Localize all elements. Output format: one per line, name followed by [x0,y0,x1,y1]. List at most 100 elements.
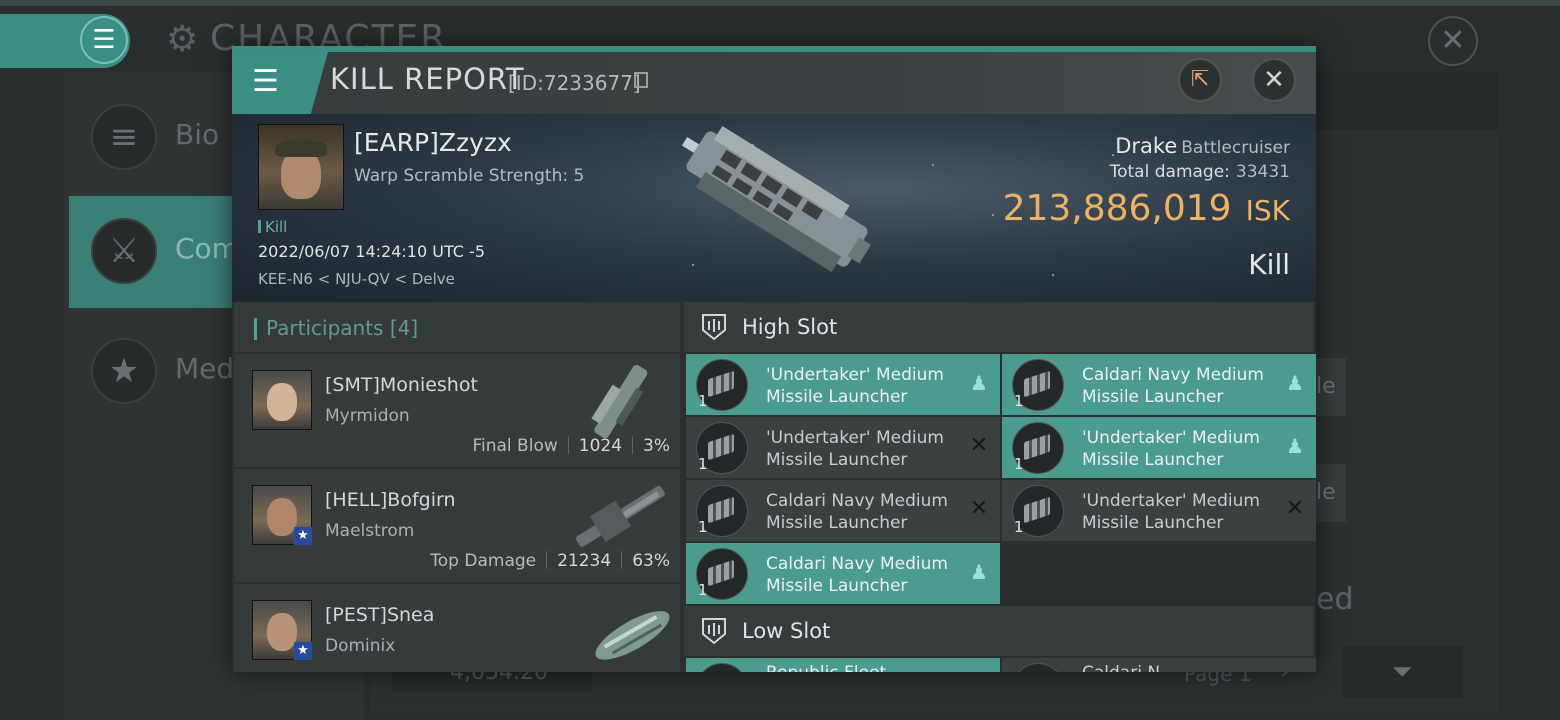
participant-portrait[interactable]: ★ [252,600,312,660]
alliance-star-icon: ★ [294,527,312,545]
module-name: Caldari N [1082,662,1278,672]
filter-icon: ⏷ [1391,657,1413,687]
module-slot[interactable]: 1 Caldari Navy Medium Missile Launcher ✕ [686,480,1000,541]
dominix-ship-image [595,611,670,660]
destroyed-x-icon: ✕ [1285,496,1305,521]
isk-value: 213,886,019 ISK [1003,188,1290,229]
module-quantity: 1 [698,455,708,473]
destroyed-x-icon: ✕ [969,433,989,458]
kill-report-id: [ID:7233677] [508,71,641,95]
participant-name: [HELL]Bofgirn [325,489,456,511]
victim-portrait[interactable] [258,124,344,210]
destroyed-x-icon: ✕ [969,496,989,521]
background-text-fragment: ed [1316,582,1354,617]
participant-stats: Top Damage 21234 63% [430,551,670,571]
low-slot-icon [702,618,726,645]
participants-title: Participants [4] [266,316,419,340]
module-slot[interactable]: 1 'Undertaker' Medium Missile Launcher ♟ [1002,417,1316,478]
crossed-swords-icon: ⚔ [91,218,157,284]
participant-portrait[interactable] [252,370,312,430]
participant-role: Top Damage [430,551,537,571]
alliance-star-icon: ★ [294,642,312,660]
total-damage: Total damage: 33431 [1110,162,1290,182]
background-top-line [0,0,1560,6]
ship-class: Battlecruiser [1181,138,1290,158]
victim-banner: [EARP]Zzyzx Warp Scramble Strength: 5 Ki… [232,114,1316,302]
main-menu-button[interactable]: ☰ [80,16,128,64]
participant-portrait[interactable]: ★ [252,485,312,545]
copy-icon[interactable] [634,72,648,88]
background-button-fragment[interactable]: le [1316,464,1346,522]
participant-ship: Maelstrom [325,521,415,541]
sidebar-item-label: Com [175,232,239,265]
fitting-panel: High Slot 1 'Undertaker' Medium Missile … [684,302,1316,672]
victim-name[interactable]: [EARP]Zzyzx [354,128,512,157]
kill-tag: Kill [258,218,287,236]
low-slot-header: Low Slot [684,606,1314,656]
kill-result: Kill [1248,248,1290,281]
module-slot[interactable]: 1 Caldari Navy Medium Missile Launcher ♟ [1002,354,1316,415]
participant-percent: 63% [632,551,670,571]
participant-name: [SMT]Monieshot [325,374,478,396]
myrmidon-ship-image [591,364,648,439]
module-icon [696,663,748,672]
background-button-fragment[interactable]: le [1316,358,1346,416]
module-quantity: 1 [698,581,708,599]
module-slot[interactable]: 1 'Undertaker' Medium Missile Launcher ✕ [1002,480,1316,541]
external-link-icon: ⇱ [1190,67,1210,92]
sidebar-item-label: Bio [175,118,220,151]
character-close-button[interactable]: ✕ [1428,16,1478,66]
pilot-icon: ♟ [1286,371,1304,395]
participant-name: [PEST]Snea [325,604,435,626]
victim-subtitle: Warp Scramble Strength: 5 [354,166,585,186]
pilot-icon: ♟ [1286,434,1304,458]
participant-row[interactable]: [SMT]Monieshot Myrmidon Final Blow 1024 3% [234,354,680,467]
close-icon: ✕ [1263,65,1285,95]
hamburger-icon: ≡ [91,104,157,170]
participant-ship: Myrmidon [325,406,410,426]
module-name: Caldari Navy Medium Missile Launcher [766,491,948,533]
kill-datetime: 2022/06/07 14:24:10 UTC -5 [258,242,486,261]
hamburger-icon: ☰ [92,25,116,55]
ship-name[interactable]: Drake Battlecruiser [1115,134,1290,158]
module-name: 'Undertaker' Medium Missile Launcher [766,428,944,470]
module-slot[interactable]: Caldari N [1002,658,1316,672]
participants-panel: Participants [4] [SMT]Monieshot Myrmidon… [232,302,682,672]
module-name: Caldari Navy Medium Missile Launcher [1082,365,1264,407]
kill-location[interactable]: KEE-N6 < NJU-QV < Delve [258,270,455,288]
module-slot[interactable]: 1 Caldari Navy Medium Missile Launcher ♟ [686,543,1000,604]
total-damage-value: 33431 [1235,162,1290,182]
low-slot-label: Low Slot [742,619,831,643]
module-quantity: 1 [1014,392,1024,410]
participant-ship: Dominix [325,636,396,656]
participant-percent: 3% [643,436,670,456]
high-slot-label: High Slot [742,315,838,339]
close-button[interactable]: ✕ [1252,58,1296,102]
module-slot[interactable]: Republic Fleet [686,658,1000,672]
pilot-icon: ♟ [970,371,988,395]
hamburger-icon: ☰ [252,64,279,99]
module-quantity: 1 [1014,518,1024,536]
isk-amount: 213,886,019 [1002,188,1232,229]
participant-damage: 21234 [557,551,612,571]
module-name: Republic Fleet [766,662,962,672]
module-slot[interactable]: 1 'Undertaker' Medium Missile Launcher ♟ [686,354,1000,415]
star-icon: ★ [91,338,157,404]
total-damage-label: Total damage: [1109,162,1230,182]
high-slot-icon [702,314,726,341]
character-icon: ⚙ [166,19,199,60]
module-quantity: 1 [698,392,708,410]
share-button[interactable]: ⇱ [1178,58,1222,102]
filter-button[interactable]: ⏷ [1342,646,1462,698]
high-slot-header: High Slot [684,302,1314,352]
participant-row[interactable]: ★ [HELL]Bofgirn Maelstrom Top Damage 2123… [234,469,680,582]
drake-ship-image [681,125,872,273]
isk-unit: ISK [1245,194,1290,227]
maelstrom-ship-image [575,485,665,547]
participant-row[interactable]: ★ [PEST]Snea Dominix [234,584,680,672]
module-quantity: 1 [1014,455,1024,473]
module-name: 'Undertaker' Medium Missile Launcher [766,365,944,407]
module-slot[interactable]: 1 'Undertaker' Medium Missile Launcher ✕ [686,417,1000,478]
module-icon [1012,663,1064,672]
module-quantity: 1 [698,518,708,536]
